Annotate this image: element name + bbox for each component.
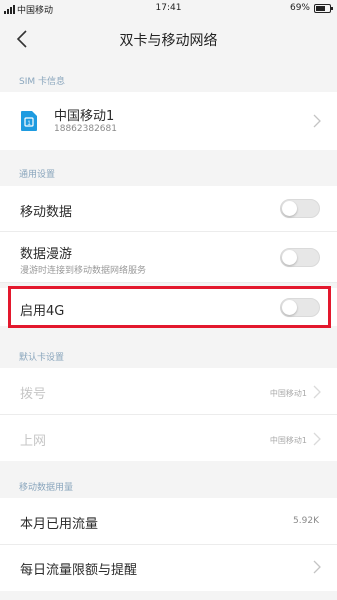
section-label-general: 通用设置 xyxy=(19,170,56,180)
internet-value: 中国移动1 xyxy=(269,436,307,445)
sim-number: 18862382681 xyxy=(54,124,117,134)
sim-name: 中国移动1 xyxy=(54,109,115,124)
dial-value: 中国移动1 xyxy=(269,389,307,398)
daily-limit-label: 每日流量限额与提醒 xyxy=(20,563,138,578)
toggle-knob xyxy=(282,201,297,216)
chevron-right-icon xyxy=(313,560,321,574)
sim-card-icon: 1 xyxy=(21,111,37,131)
data-roaming-sublabel: 漫游时连接到移动数据网络服务 xyxy=(20,266,147,276)
chevron-right-icon xyxy=(313,432,321,446)
section-label-default: 默认卡设置 xyxy=(19,353,65,363)
internet-label: 上网 xyxy=(20,434,47,449)
section-label-sim: SIM 卡信息 xyxy=(19,77,65,87)
sim-card-row[interactable] xyxy=(0,92,337,150)
divider xyxy=(0,282,337,283)
mobile-data-toggle[interactable] xyxy=(280,199,320,218)
monthly-usage-value: 5.92K xyxy=(293,516,319,526)
page-title: 双卡与移动网络 xyxy=(119,33,218,49)
chevron-right-icon xyxy=(313,114,321,128)
data-roaming-label: 数据漫游 xyxy=(20,247,73,262)
clock: 17:41 xyxy=(155,3,182,13)
battery-icon xyxy=(314,3,333,13)
chevron-right-icon xyxy=(313,385,321,399)
dial-label: 拨号 xyxy=(20,387,47,402)
status-bar: 中国移动 17:41 69% xyxy=(0,0,337,20)
toggle-knob xyxy=(282,250,297,265)
highlight-box xyxy=(8,286,331,328)
data-roaming-toggle[interactable] xyxy=(280,248,320,267)
mobile-data-label: 移动数据 xyxy=(20,205,73,220)
battery-percent: 69% xyxy=(289,3,310,13)
section-label-usage: 移动数据用量 xyxy=(19,483,74,493)
monthly-usage-label: 本月已用流量 xyxy=(20,517,99,532)
header: 双卡与移动网络 xyxy=(0,20,337,58)
battery-status: 69% xyxy=(289,3,333,13)
